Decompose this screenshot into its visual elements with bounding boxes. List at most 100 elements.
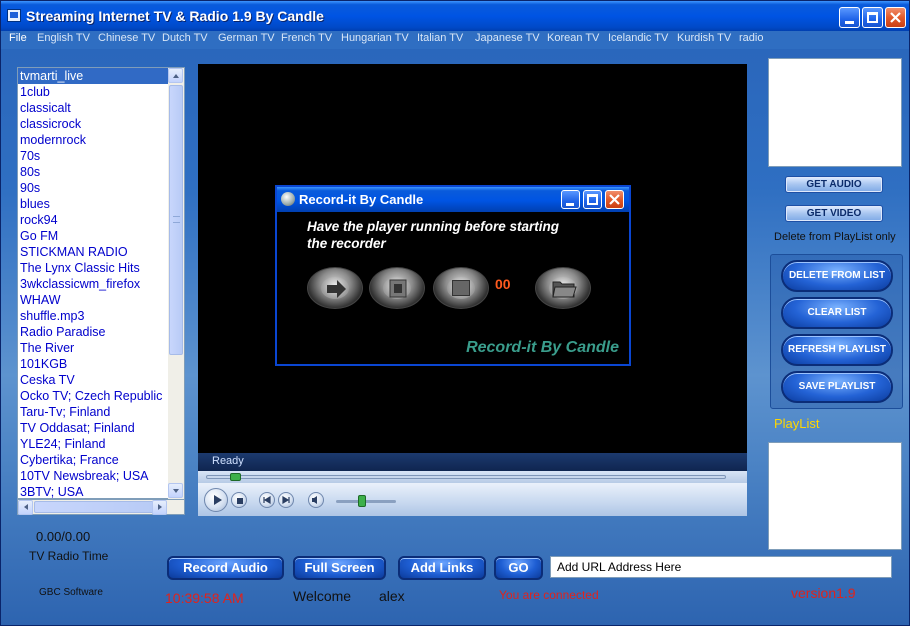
start-record-button[interactable] bbox=[307, 267, 363, 309]
clear-list-button[interactable]: CLEAR LIST bbox=[781, 297, 893, 329]
channel-list-item[interactable]: Cybertika; France bbox=[18, 452, 168, 468]
hscroll-thumb[interactable] bbox=[34, 501, 154, 513]
channel-list-item[interactable]: 70s bbox=[18, 148, 168, 164]
channel-list-item[interactable]: TV Oddasat; Finland bbox=[18, 420, 168, 436]
menu-english-tv[interactable]: English TV bbox=[37, 32, 90, 44]
menu-italian-tv[interactable]: Italian TV bbox=[417, 32, 463, 44]
channel-list-item[interactable]: Go FM bbox=[18, 228, 168, 244]
channel-list-item[interactable]: rock94 bbox=[18, 212, 168, 228]
channel-list-item[interactable]: Ocko TV; Czech Republic bbox=[18, 388, 168, 404]
minimize-button[interactable] bbox=[839, 7, 860, 28]
menu-japanese-tv[interactable]: Japanese TV bbox=[475, 32, 540, 44]
menu-radio[interactable]: radio bbox=[739, 32, 763, 44]
seek-bar[interactable] bbox=[198, 471, 747, 483]
channel-list-item[interactable]: The River bbox=[18, 340, 168, 356]
record-counter: 00 bbox=[495, 276, 511, 292]
get-video-button[interactable]: GET VIDEO bbox=[785, 205, 883, 222]
channel-list-item[interactable]: STICKMAN RADIO bbox=[18, 244, 168, 260]
channel-list-item[interactable]: The Lynx Classic Hits bbox=[18, 260, 168, 276]
stop-button[interactable] bbox=[231, 492, 247, 508]
playlist-box[interactable] bbox=[768, 442, 902, 550]
channel-list-item[interactable]: 101KGB bbox=[18, 356, 168, 372]
channel-list-item[interactable]: 3BTV; USA bbox=[18, 484, 168, 498]
channel-list-item[interactable]: modernrock bbox=[18, 132, 168, 148]
stop-record-button[interactable] bbox=[433, 267, 489, 309]
menu-kurdish-tv[interactable]: Kurdish TV bbox=[677, 32, 731, 44]
delete-from-list-button[interactable]: DELETE FROM LIST bbox=[781, 260, 893, 292]
menu-chinese-tv[interactable]: Chinese TV bbox=[98, 32, 155, 44]
scroll-down-arrow-icon[interactable] bbox=[168, 483, 183, 498]
record-dialog-title: Record-it By Candle bbox=[299, 192, 424, 207]
channel-list-item[interactable]: Taru-Tv; Finland bbox=[18, 404, 168, 420]
dialog-maximize-button[interactable] bbox=[583, 190, 602, 209]
volume-slider[interactable] bbox=[358, 495, 366, 507]
record-dialog: Record-it By Candle Have the player runn… bbox=[275, 185, 631, 366]
channel-list-item[interactable]: classicalt bbox=[18, 100, 168, 116]
scroll-right-arrow-icon[interactable] bbox=[152, 500, 167, 515]
delete-playlist-label: Delete from PlayList only bbox=[774, 231, 896, 243]
channel-list-item[interactable]: 3wkclassicwm_firefox bbox=[18, 276, 168, 292]
channel-list-horizontal-scrollbar[interactable] bbox=[17, 499, 185, 515]
add-links-button[interactable]: Add Links bbox=[398, 556, 486, 580]
url-input[interactable] bbox=[550, 556, 892, 578]
player-controls bbox=[198, 483, 747, 516]
refresh-playlist-button[interactable]: REFRESH PLAYLIST bbox=[781, 334, 893, 366]
scroll-left-arrow-icon[interactable] bbox=[18, 500, 33, 515]
menu-korean-tv[interactable]: Korean TV bbox=[547, 32, 599, 44]
seek-track[interactable] bbox=[206, 475, 726, 479]
get-audio-button[interactable]: GET AUDIO bbox=[785, 176, 883, 193]
record-audio-button[interactable]: Record Audio bbox=[167, 556, 284, 580]
folder-icon bbox=[552, 281, 577, 298]
channel-list-vertical-scrollbar[interactable] bbox=[168, 67, 185, 499]
tv-radio-time-label: TV Radio Time bbox=[29, 549, 109, 563]
record-dialog-icon bbox=[281, 192, 295, 206]
save-playlist-button[interactable]: SAVE PLAYLIST bbox=[781, 371, 893, 403]
record-dialog-title-bar[interactable]: Record-it By Candle bbox=[277, 187, 629, 212]
close-icon bbox=[890, 12, 901, 23]
full-screen-button[interactable]: Full Screen bbox=[293, 556, 386, 580]
mute-button[interactable] bbox=[308, 492, 324, 508]
channel-list-item[interactable]: 80s bbox=[18, 164, 168, 180]
channel-list-item[interactable]: 1club bbox=[18, 84, 168, 100]
channel-list-item[interactable]: WHAW bbox=[18, 292, 168, 308]
scroll-thumb[interactable] bbox=[169, 85, 183, 355]
playlist-label: PlayList bbox=[774, 416, 820, 431]
menu-french-tv[interactable]: French TV bbox=[281, 32, 332, 44]
seek-thumb[interactable] bbox=[230, 473, 241, 481]
channel-list-item[interactable]: 90s bbox=[18, 180, 168, 196]
channel-list-item[interactable]: 10TV Newsbreak; USA bbox=[18, 468, 168, 484]
volume-track[interactable] bbox=[336, 500, 396, 503]
record-dialog-message: Have the player running before starting … bbox=[307, 219, 560, 251]
arrow-right-icon bbox=[327, 280, 346, 298]
maximize-button[interactable] bbox=[862, 7, 883, 28]
channel-list-item[interactable]: Radio Paradise bbox=[18, 324, 168, 340]
go-button[interactable]: GO bbox=[494, 556, 543, 580]
close-button[interactable] bbox=[885, 7, 906, 28]
dialog-minimize-button[interactable] bbox=[561, 190, 580, 209]
minimize-icon bbox=[845, 21, 854, 24]
dialog-close-button[interactable] bbox=[605, 190, 624, 209]
next-button[interactable] bbox=[278, 492, 294, 508]
channel-list-item[interactable]: tvmarti_live bbox=[18, 68, 168, 84]
channel-list-item[interactable]: YLE24; Finland bbox=[18, 436, 168, 452]
close-icon bbox=[609, 194, 620, 205]
channel-list[interactable]: tvmarti_live 1club classicalt classicrock mo… bbox=[17, 67, 169, 499]
menu-hungarian-tv[interactable]: Hungarian TV bbox=[341, 32, 409, 44]
menu-dutch-tv[interactable]: Dutch TV bbox=[162, 32, 208, 44]
pause-record-button[interactable] bbox=[369, 267, 425, 309]
menu-german-tv[interactable]: German TV bbox=[218, 32, 275, 44]
play-button[interactable] bbox=[204, 488, 228, 512]
channel-list-item[interactable]: Ceska TV bbox=[18, 372, 168, 388]
open-folder-button[interactable] bbox=[535, 267, 591, 309]
channel-list-item[interactable]: shuffle.mp3 bbox=[18, 308, 168, 324]
previous-button[interactable] bbox=[259, 492, 275, 508]
channel-list-item[interactable]: classicrock bbox=[18, 116, 168, 132]
scroll-up-arrow-icon[interactable] bbox=[168, 68, 183, 83]
menu-icelandic-tv[interactable]: Icelandic TV bbox=[608, 32, 668, 44]
app-window: Streaming Internet TV & Radio 1.9 By Can… bbox=[0, 0, 910, 626]
play-icon bbox=[214, 495, 222, 505]
menu-file[interactable]: File bbox=[9, 32, 27, 44]
title-bar[interactable]: Streaming Internet TV & Radio 1.9 By Can… bbox=[1, 1, 909, 31]
channel-list-item[interactable]: blues bbox=[18, 196, 168, 212]
grip-icon bbox=[173, 216, 180, 223]
